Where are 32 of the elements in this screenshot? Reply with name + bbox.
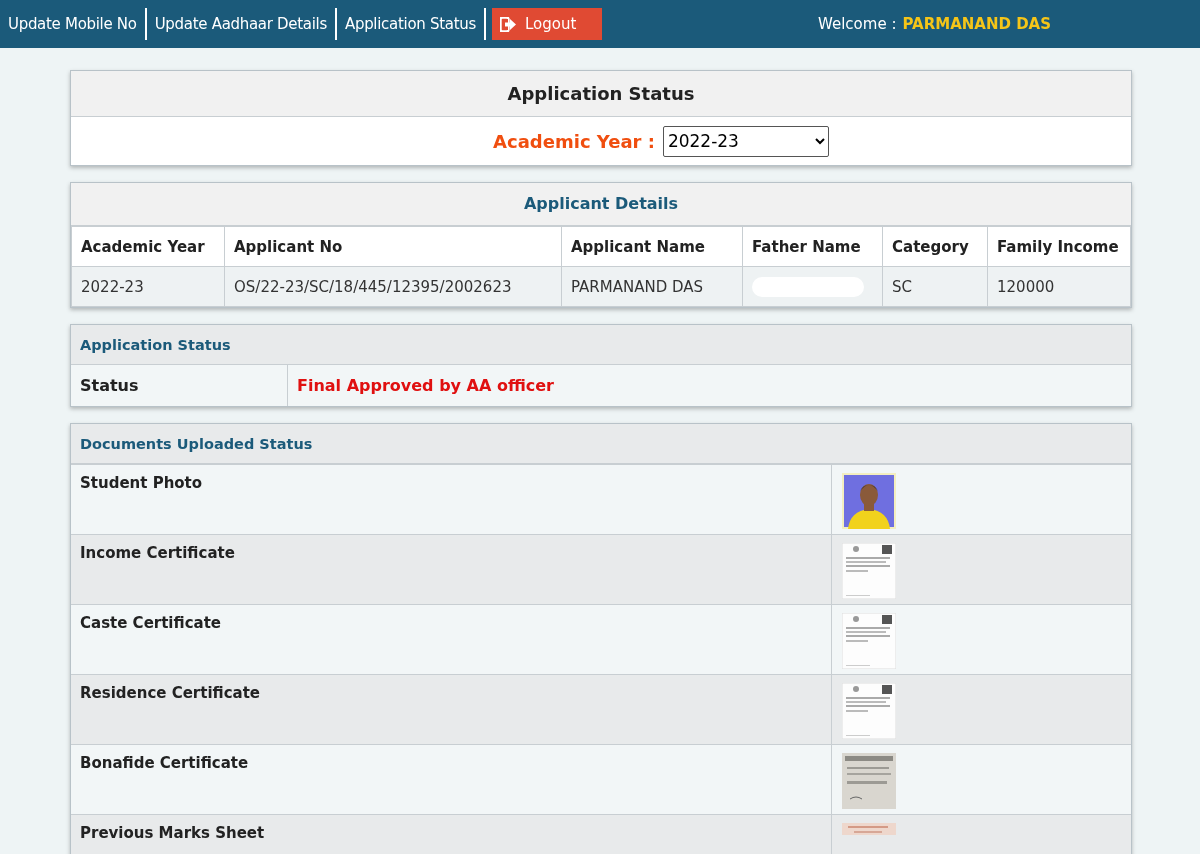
- welcome-label: Welcome :: [818, 15, 897, 33]
- table-cell: OS/22-23/SC/18/445/12395/2002623: [224, 266, 562, 307]
- nav-link[interactable]: Update Aadhaar Details: [146, 8, 337, 40]
- document-name: Previous Marks Sheet: [80, 824, 265, 842]
- logout-button[interactable]: Logout: [491, 8, 602, 40]
- table-cell: 120000: [987, 266, 1131, 307]
- logout-icon: [499, 16, 517, 32]
- status-value: Final Approved by AA officer: [296, 375, 554, 397]
- section-title: Documents Uploaded Status: [80, 435, 313, 452]
- status-label: Status: [71, 365, 288, 406]
- section-title: Applicant Details: [522, 193, 680, 215]
- document-name: Income Certificate: [80, 544, 235, 562]
- table-cell: PARMANAND DAS: [561, 266, 743, 307]
- nav-link[interactable]: Application Status: [336, 8, 486, 40]
- column-header: Father Name: [742, 226, 883, 267]
- document-name: Student Photo: [80, 474, 203, 492]
- column-header: Category: [882, 226, 988, 267]
- card-title: Application Status: [506, 82, 696, 106]
- document-name: Caste Certificate: [80, 614, 221, 632]
- table-cell: 2022-23: [71, 266, 225, 307]
- academic-year-label: Academic Year :: [493, 130, 655, 152]
- column-header: Applicant Name: [561, 226, 743, 267]
- section-title: Application Status: [80, 336, 231, 353]
- table-cell: SC: [882, 266, 988, 307]
- column-header: Applicant No: [224, 226, 562, 267]
- document-name: Residence Certificate: [80, 684, 261, 702]
- column-header: Family Income: [987, 226, 1131, 267]
- document-name: Bonafide Certificate: [80, 754, 249, 772]
- academic-year-select[interactable]: 2022-23: [662, 125, 829, 157]
- column-header: Academic Year: [71, 226, 225, 267]
- user-name: PARMANAND DAS: [902, 15, 1051, 33]
- nav-link[interactable]: Update Mobile No: [0, 8, 147, 40]
